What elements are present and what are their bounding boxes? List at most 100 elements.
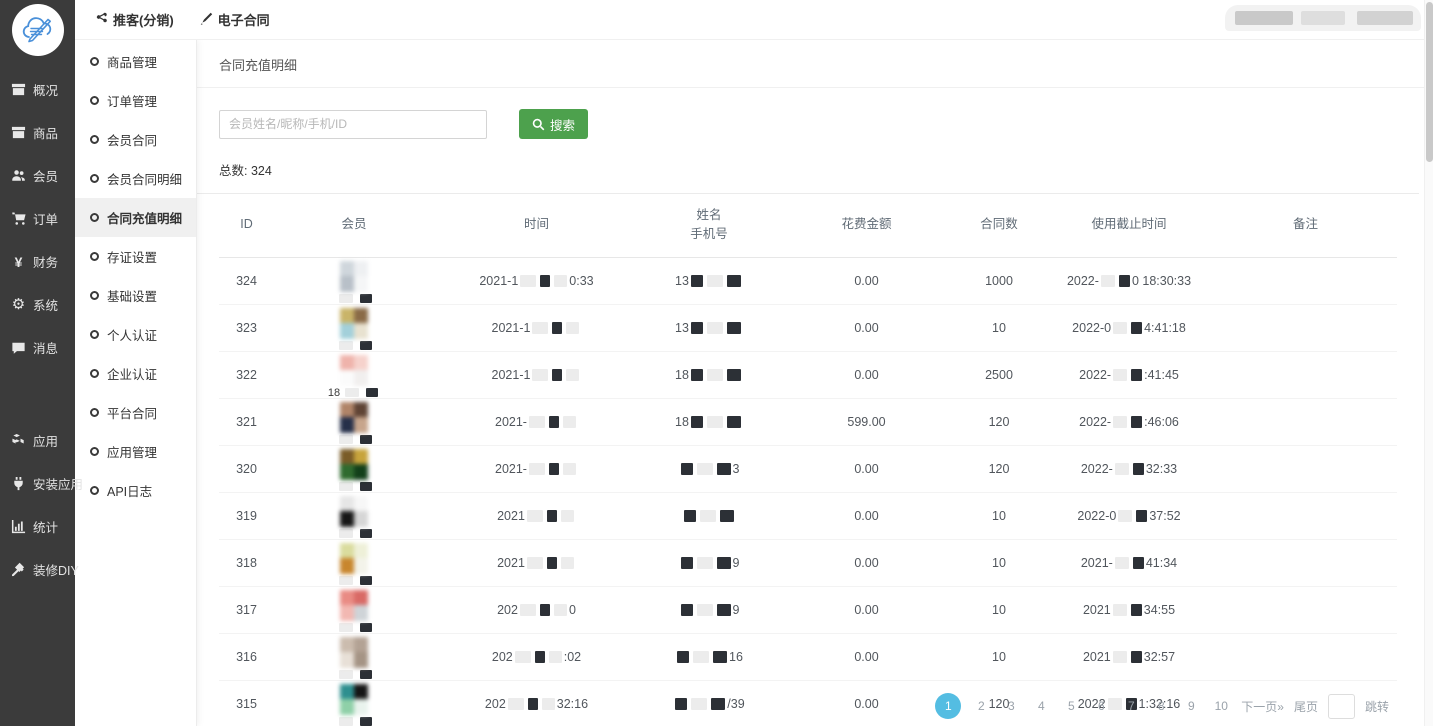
submenu-item-7[interactable]: 基础设置 — [75, 276, 196, 315]
sidebar-item-label: 概况 — [33, 80, 58, 99]
cell-id: 318 — [219, 539, 274, 586]
cell-time: 2021-10:33 — [434, 257, 639, 304]
pagination-page-3[interactable]: 3 — [1001, 693, 1021, 719]
submenu-item-3[interactable]: 会员合同 — [75, 120, 196, 159]
cell-id: 319 — [219, 492, 274, 539]
overview-icon — [10, 82, 27, 97]
submenu-item-4[interactable]: 会员合同明细 — [75, 159, 196, 198]
topbar-tab-1[interactable]: 推客(分销) — [95, 10, 174, 29]
sidebar-item-10[interactable]: 统计 — [0, 505, 75, 548]
search-icon — [532, 118, 545, 131]
cell-amount: 0.00 — [779, 492, 954, 539]
cell-deadline: 2022-:46:06 — [1044, 398, 1214, 445]
sidebar-item-4[interactable]: 订单 — [0, 197, 75, 240]
pagination-last-button[interactable]: 尾页 — [1294, 698, 1318, 715]
cell-time: 2021 — [434, 539, 639, 586]
submenu-item-label: 会员合同明细 — [107, 169, 182, 188]
cell-phone — [639, 492, 779, 539]
redacted-block — [1235, 11, 1293, 25]
sidebar-item-3[interactable]: 会员 — [0, 154, 75, 197]
pagination-page-8[interactable]: 8 — [1151, 693, 1171, 719]
table-row: 317 2020 9 0.00 10 202134:55 — [219, 586, 1397, 633]
cell-time: 2021 — [434, 492, 639, 539]
cell-contracts: 10 — [954, 586, 1044, 633]
cell-phone: 13 — [639, 304, 779, 351]
cell-time: 202:02 — [434, 633, 639, 680]
pagination-page-10[interactable]: 10 — [1211, 693, 1231, 719]
cell-amount: 0.00 — [779, 445, 954, 492]
submenu-item-10[interactable]: 平台合同 — [75, 393, 196, 432]
member-nickname-redacted: 18 — [328, 388, 380, 398]
system-icon: ⚙ — [10, 297, 27, 312]
sidebar-item-8[interactable]: 应用 — [0, 419, 75, 462]
member-avatar-redacted — [340, 402, 368, 433]
table-row: 318 2021 9 0.00 10 2021-41:34 — [219, 539, 1397, 586]
submenu-item-label: 合同充值明细 — [107, 208, 182, 227]
cell-amount: 0.00 — [779, 680, 954, 726]
goods-icon — [10, 125, 27, 140]
submenu-item-label: 个人认证 — [107, 325, 157, 344]
sidebar-item-7[interactable]: 消息 — [0, 326, 75, 369]
app-logo[interactable] — [12, 4, 64, 56]
sidebar-item-label: 消息 — [33, 338, 58, 357]
circle-icon — [90, 330, 99, 339]
pagination-page-2[interactable]: 2 — [971, 693, 991, 719]
pagination-jump-input[interactable] — [1328, 694, 1355, 719]
members-icon — [10, 168, 27, 183]
circle-icon — [90, 447, 99, 456]
submenu-item-label: 会员合同 — [107, 130, 157, 149]
submenu-item-8[interactable]: 个人认证 — [75, 315, 196, 354]
cell-deadline: 2022-32:33 — [1044, 445, 1214, 492]
account-info-redacted[interactable] — [1225, 5, 1421, 31]
cell-phone: 3 — [639, 445, 779, 492]
scrollbar-thumb[interactable] — [1426, 2, 1433, 162]
submenu-item-9[interactable]: 企业认证 — [75, 354, 196, 393]
member-nickname-redacted — [334, 670, 374, 680]
topbar-tab-2[interactable]: 电子合同 — [200, 10, 270, 29]
cell-id: 320 — [219, 445, 274, 492]
pen-icon — [200, 12, 213, 28]
submenu-item-6[interactable]: 存证设置 — [75, 237, 196, 276]
sidebar-item-5[interactable]: ¥ 财务 — [0, 240, 75, 283]
submenu-item-11[interactable]: 应用管理 — [75, 432, 196, 471]
search-button[interactable]: 搜索 — [519, 109, 588, 139]
cell-note — [1214, 492, 1397, 539]
sidebar-item-label: 装修DIY — [33, 560, 79, 579]
sidebar-item-2[interactable]: 商品 — [0, 111, 75, 154]
pagination-page-7[interactable]: 7 — [1121, 693, 1141, 719]
sidebar-item-1[interactable]: 概况 — [0, 68, 75, 111]
cell-note — [1214, 257, 1397, 304]
sidebar-item-11[interactable]: 装修DIY — [0, 548, 75, 591]
cell-contracts: 10 — [954, 633, 1044, 680]
submenu-item-label: 订单管理 — [107, 91, 157, 110]
cell-deadline: 202132:57 — [1044, 633, 1214, 680]
pagination-next-button[interactable]: 下一页» — [1241, 698, 1284, 715]
sidebar-item-6[interactable]: ⚙ 系统 — [0, 283, 75, 326]
member-avatar-redacted — [340, 355, 368, 386]
submenu-item-1[interactable]: 商品管理 — [75, 42, 196, 81]
pagination-page-5[interactable]: 5 — [1061, 693, 1081, 719]
member-avatar-redacted — [340, 543, 368, 574]
submenu-item-12[interactable]: API日志 — [75, 471, 196, 510]
cell-deadline: 202134:55 — [1044, 586, 1214, 633]
cell-note — [1214, 539, 1397, 586]
page-scrollbar[interactable] — [1424, 0, 1433, 726]
pagination-page-9[interactable]: 9 — [1181, 693, 1201, 719]
sidebar-item-9[interactable]: 安装应用 — [0, 462, 75, 505]
member-avatar-redacted — [340, 590, 368, 621]
search-input[interactable] — [219, 110, 487, 139]
submenu-item-2[interactable]: 订单管理 — [75, 81, 196, 120]
submenu-item-label: 平台合同 — [107, 403, 157, 422]
submenu-item-5[interactable]: 合同充值明细 — [75, 198, 196, 237]
cell-time: 2021-1 — [434, 304, 639, 351]
cell-time: 2021- — [434, 445, 639, 492]
pagination-page-1[interactable]: 1 — [935, 693, 961, 719]
cell-member — [274, 586, 434, 633]
pagination-page-4[interactable]: 4 — [1031, 693, 1051, 719]
cell-contracts: 1000 — [954, 257, 1044, 304]
pagination-page-6[interactable]: 6 — [1091, 693, 1111, 719]
cell-id: 323 — [219, 304, 274, 351]
cell-amount: 0.00 — [779, 633, 954, 680]
column-header: ID — [219, 194, 274, 257]
table-row: 324 2021-10:33 13 0.00 1000 2022-0 18:30… — [219, 257, 1397, 304]
